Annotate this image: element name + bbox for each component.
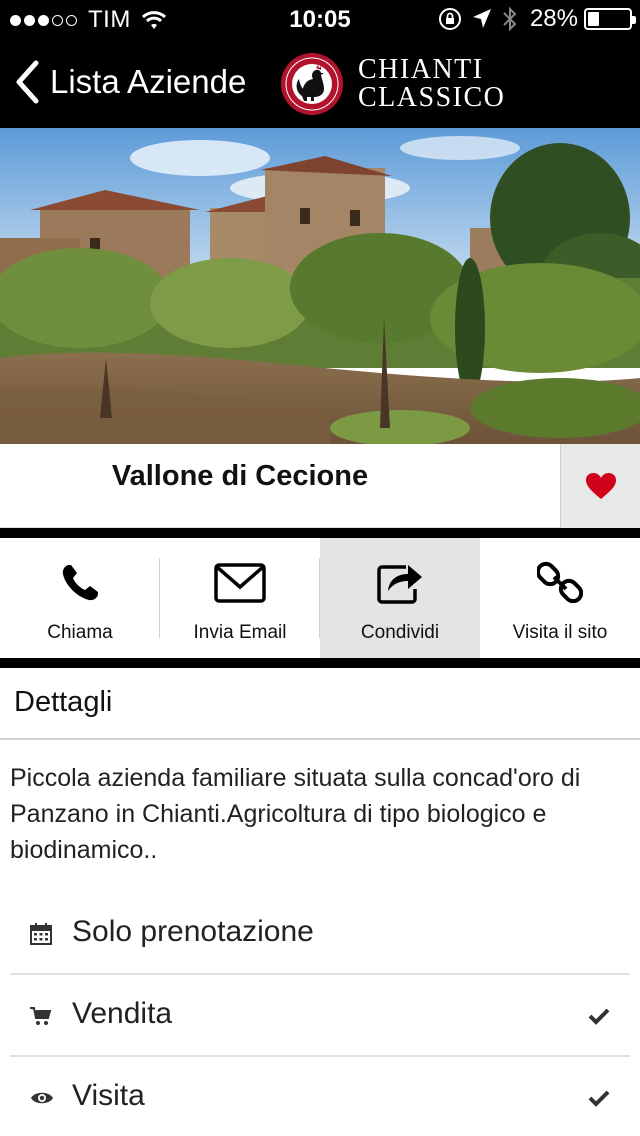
feature-label: Vendita	[72, 997, 173, 1030]
feature-sales: Vendita	[10, 975, 630, 1057]
rotation-lock-icon	[438, 8, 461, 30]
call-button[interactable]: Chiama	[0, 538, 160, 658]
battery-level-fill	[588, 12, 599, 26]
visit-website-button[interactable]: Visita il sito	[480, 538, 640, 658]
location-icon	[472, 9, 491, 28]
cart-icon	[30, 1007, 52, 1025]
back-label: Lista Aziende	[50, 63, 247, 100]
chianti-classico-logo: CHIANTI CLASSICO	[280, 52, 505, 116]
favorite-button[interactable]	[560, 444, 640, 528]
winery-description: Piccola azienda familiare situata sulla …	[10, 764, 581, 864]
feature-label: Solo prenotazione	[72, 915, 314, 948]
details-heading: Dettagli	[14, 686, 113, 718]
brand-line-2: CLASSICO	[358, 82, 506, 113]
feature-booking-only: Solo prenotazione	[10, 893, 630, 975]
winery-name: Vallone di Cecione	[111, 460, 369, 492]
bluetooth-icon	[503, 6, 517, 32]
battery-icon	[584, 8, 636, 30]
email-button[interactable]: Invia Email	[160, 538, 320, 658]
back-button[interactable]: Lista Aziende	[14, 60, 246, 104]
farmhouse-landscape-image	[0, 128, 640, 444]
action-bar: Chiama Invia Email Condividi Visita il s…	[0, 538, 640, 658]
winery-title-row: Vallone di Cecione	[0, 444, 640, 528]
calendar-icon	[30, 923, 52, 945]
divider-top	[0, 528, 640, 538]
envelope-icon	[214, 563, 266, 603]
battery-percent: 28%	[529, 5, 578, 32]
share-label: Condividi	[360, 622, 440, 643]
black-rooster-seal-icon	[281, 53, 343, 115]
chevron-left-icon	[16, 60, 39, 104]
status-right: 28%	[428, 5, 636, 33]
feature-visit: Visita	[10, 1057, 630, 1136]
eye-icon	[31, 1092, 53, 1104]
navigation-bar: Lista Aziende CHIANTI CLASSICO	[0, 40, 640, 128]
brand-line-1: CHIANTI	[358, 54, 484, 85]
divider-bottom	[0, 658, 640, 668]
checkmark-icon	[588, 1008, 610, 1025]
share-icon	[377, 565, 422, 604]
winery-photo	[0, 128, 640, 444]
link-icon	[537, 561, 583, 604]
call-label: Chiama	[47, 622, 113, 643]
status-bar: TIM 10:05 28%	[0, 0, 640, 40]
feature-label: Visita	[72, 1079, 145, 1112]
brand-wordmark: CHIANTI CLASSICO	[358, 56, 505, 112]
details-divider	[0, 738, 640, 740]
share-button[interactable]: Condividi	[320, 538, 480, 658]
checkmark-icon	[588, 1090, 610, 1107]
visit-website-label: Visita il sito	[512, 622, 608, 643]
email-label: Invia Email	[193, 622, 287, 643]
phone-icon	[62, 565, 98, 601]
heart-icon	[585, 473, 616, 499]
